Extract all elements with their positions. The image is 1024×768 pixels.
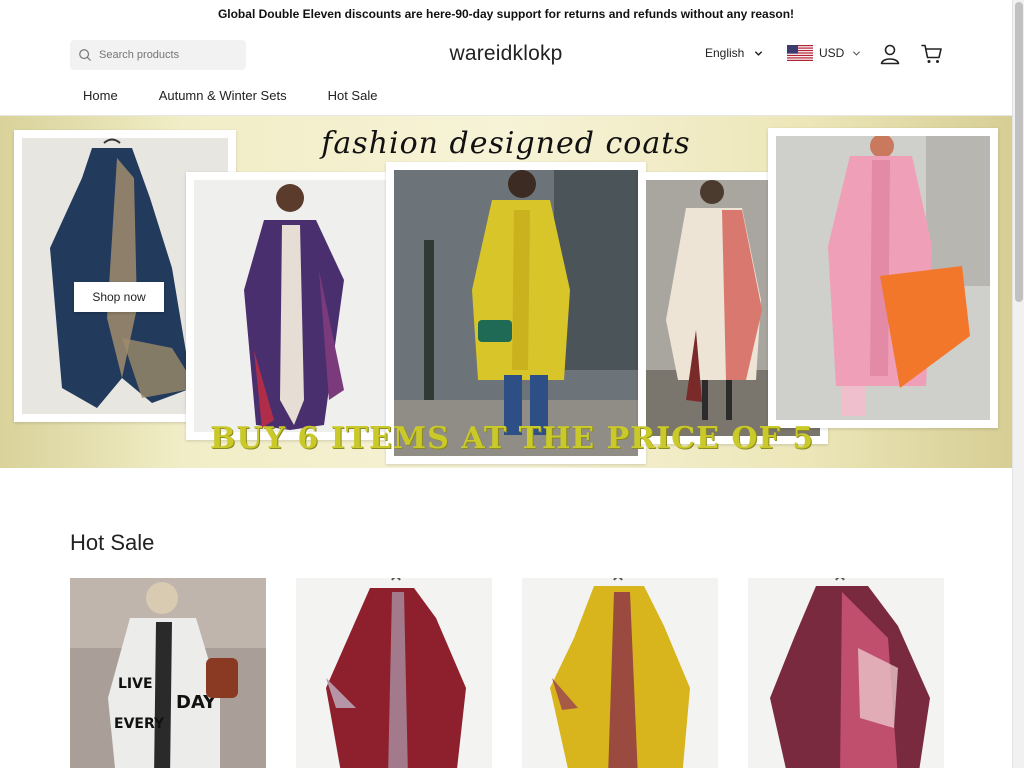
site-header: wareidklokp English USD Home xyxy=(0,28,1012,116)
us-flag-icon xyxy=(787,45,813,61)
announcement-text: Global Double Eleven discounts are here-… xyxy=(217,7,795,21)
language-selector[interactable]: English xyxy=(705,46,763,60)
currency-label: USD xyxy=(819,46,845,60)
product-image: LIVE DAY EVERY xyxy=(70,578,266,768)
chevron-down-icon xyxy=(755,50,763,56)
product-card[interactable] xyxy=(296,578,492,768)
svg-text:EVERY: EVERY xyxy=(114,716,165,732)
product-image xyxy=(296,578,492,768)
coat-image xyxy=(776,136,990,420)
announcement-bar: Global Double Eleven discounts are here-… xyxy=(0,0,1012,28)
search-icon xyxy=(79,49,91,61)
hero-promo-text: BUY 6 ITEMS AT THE PRICE OF 5 xyxy=(210,421,815,456)
currency-selector[interactable]: USD xyxy=(787,45,861,61)
product-image xyxy=(748,578,944,768)
cart-icon[interactable] xyxy=(920,42,944,66)
hero-photo-purple-coat xyxy=(186,172,394,440)
scrollbar-thumb[interactable] xyxy=(1015,2,1023,302)
chevron-down-icon xyxy=(853,50,861,56)
shop-now-button[interactable]: Shop now xyxy=(74,282,164,312)
search-box[interactable] xyxy=(70,40,246,70)
hero-photo-pink-coat xyxy=(768,128,998,428)
language-label: English xyxy=(705,46,745,60)
coat-image xyxy=(394,170,638,456)
hero-banner[interactable]: fashion designed coats Shop now BUY 6 IT… xyxy=(0,116,1012,468)
search-input[interactable] xyxy=(99,49,239,61)
product-card[interactable]: LIVE DAY EVERY xyxy=(70,578,266,768)
hero-photo-yellow-coat xyxy=(386,162,646,464)
product-image xyxy=(522,578,718,768)
main-nav: Home Autumn & Winter Sets Hot Sale xyxy=(70,88,391,103)
user-icon[interactable] xyxy=(878,42,902,66)
nav-item-autumn-winter-sets[interactable]: Autumn & Winter Sets xyxy=(159,88,301,103)
product-card[interactable] xyxy=(748,578,944,768)
page-scrollbar[interactable] xyxy=(1012,0,1024,768)
coat-image xyxy=(244,184,344,430)
svg-text:LIVE: LIVE xyxy=(118,676,153,692)
product-card[interactable] xyxy=(522,578,718,768)
nav-item-hot-sale[interactable]: Hot Sale xyxy=(328,88,392,103)
hot-sale-title: Hot Sale xyxy=(70,530,155,555)
site-logo[interactable]: wareidklokp xyxy=(449,42,562,65)
nav-item-home[interactable]: Home xyxy=(70,88,132,103)
